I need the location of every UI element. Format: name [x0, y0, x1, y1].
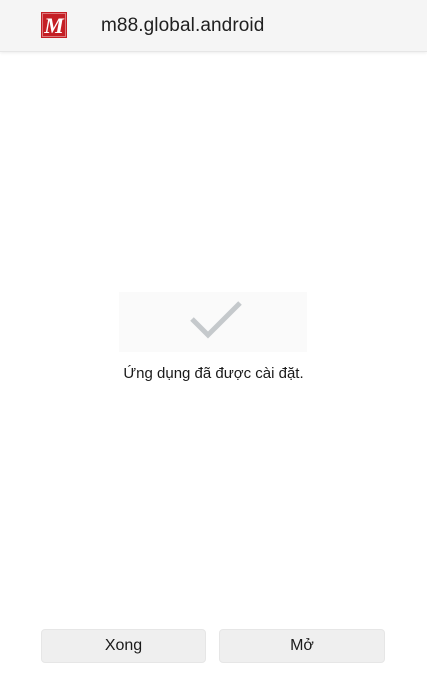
m88-logo-icon: M	[41, 12, 67, 38]
checkmark-icon	[190, 301, 242, 339]
done-button[interactable]: Xong	[41, 629, 206, 663]
open-button[interactable]: Mở	[219, 629, 385, 663]
app-bar: M m88.global.android	[0, 0, 427, 52]
svg-text:M: M	[43, 13, 65, 38]
app-package-name: m88.global.android	[101, 15, 265, 36]
install-status-message: Ứng dụng đã được cài đặt.	[123, 365, 304, 382]
